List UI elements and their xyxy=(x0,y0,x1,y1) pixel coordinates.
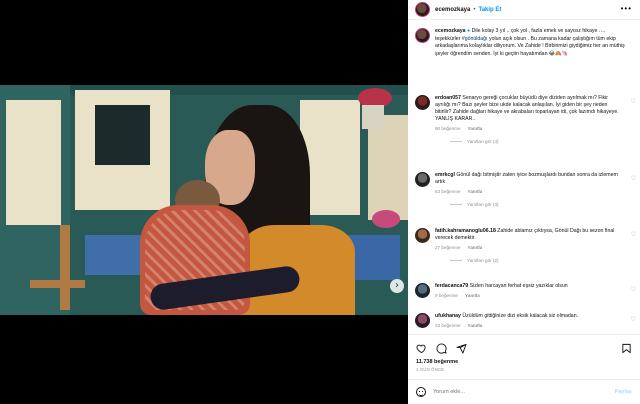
header-separator: • xyxy=(473,6,476,13)
comment-likes[interactable]: 90 beğenme xyxy=(435,126,461,131)
emoji-icon[interactable] xyxy=(416,387,426,397)
author-username[interactable]: ecemozkaya xyxy=(435,7,470,13)
author-avatar[interactable] xyxy=(415,2,430,17)
comment-item: emrkcgl Gönül dağı bitmiştir zaten iyice… xyxy=(415,172,637,207)
comment-like-heart-icon[interactable]: ♡ xyxy=(631,98,636,105)
post-actions xyxy=(408,334,640,356)
commenter-username[interactable]: erdoan057 xyxy=(435,95,461,101)
likes-count[interactable]: 11.738 beğenme xyxy=(416,359,458,365)
photo-flowers xyxy=(372,210,400,228)
carousel-next-button[interactable]: › xyxy=(390,279,404,293)
commenter-avatar[interactable] xyxy=(415,95,430,110)
comment-likes[interactable]: 27 beğenme xyxy=(435,245,461,250)
caption-hashtag[interactable]: #gönüldağı xyxy=(462,36,488,42)
post-comment-button[interactable]: Paylaş xyxy=(615,389,632,395)
view-replies-button[interactable]: Yanıtları gör (4) xyxy=(450,139,625,144)
share-icon[interactable] xyxy=(456,341,467,356)
comment-text: Üzüldüm gittiğinize dizi eksik kalacak s… xyxy=(462,313,579,319)
photo-wall-panel xyxy=(6,100,61,225)
follow-button[interactable]: Takip Et xyxy=(478,7,501,13)
heart-icon[interactable] xyxy=(416,341,427,356)
reply-button[interactable]: Yanıtla xyxy=(468,126,483,131)
post-header: ecemozkaya • Takip Et ••• xyxy=(408,0,640,20)
reply-button[interactable]: Yanıtla xyxy=(468,189,483,194)
reply-button[interactable]: Yanıtla xyxy=(465,293,480,298)
comment-like-heart-icon[interactable]: ♡ xyxy=(631,316,636,323)
comment-likes[interactable]: 63 beğenme xyxy=(435,189,461,194)
commenter-username[interactable]: fatih.kahramanoglu06.18 xyxy=(435,228,496,234)
photo-chair xyxy=(30,280,85,288)
comment-item: ufukhanay Üzüldüm gittiğinize dizi eksik… xyxy=(415,313,637,328)
post-caption: ecemozkaya ● Dile kolay 3 yıl .. çok yol… xyxy=(415,28,635,58)
commenter-username[interactable]: ufukhanay xyxy=(435,313,461,319)
more-horizontal-icon[interactable]: ••• xyxy=(621,4,632,13)
caption-text: ecemozkaya ● Dile kolay 3 yıl .. çok yol… xyxy=(435,28,631,58)
commenter-username[interactable]: emrkcgl xyxy=(435,172,455,178)
add-comment-bar: Paylaş xyxy=(408,379,640,404)
comment-text: Senaryo gereği çocuklar büyüdü diye dizi… xyxy=(435,95,619,122)
post-date: 1 GÜN ÖNCE xyxy=(416,367,445,372)
comment-item: erdoan057 Senaryo gereği çocuklar büyüdü… xyxy=(415,95,637,144)
photo-flower-pot xyxy=(362,105,384,129)
verified-icon: ● xyxy=(467,28,471,34)
comment-text: Sizlen harcayan ferhat eşsiz yazıklar ol… xyxy=(469,283,568,289)
comment-like-heart-icon[interactable]: ♡ xyxy=(631,231,636,238)
commenter-username[interactable]: ferdacanca79 xyxy=(435,283,468,289)
reply-button[interactable]: Yanıtla xyxy=(468,245,483,250)
comment-item: ferdacanca79 Sizlen harcayan ferhat eşsi… xyxy=(415,283,637,298)
post-media[interactable]: › xyxy=(0,85,408,315)
comment-input[interactable] xyxy=(433,389,603,395)
view-replies-button[interactable]: Yanıtları gör (3) xyxy=(450,202,625,207)
commenter-avatar[interactable] xyxy=(415,172,430,187)
caption-username[interactable]: ecemozkaya xyxy=(435,28,466,34)
commenter-avatar[interactable] xyxy=(415,283,430,298)
comment-like-heart-icon[interactable]: ♡ xyxy=(631,175,636,182)
photo-wall-panel xyxy=(368,115,408,220)
comment-likes[interactable]: 23 beğenme xyxy=(435,323,461,328)
commenter-avatar[interactable] xyxy=(415,313,430,328)
bookmark-icon[interactable] xyxy=(621,341,632,356)
photo-window xyxy=(95,105,150,165)
comment-icon[interactable] xyxy=(436,341,447,356)
comment-likes[interactable]: 9 beğenme xyxy=(435,293,458,298)
comment-item: fatih.kahramanoglu06.18 Zahide ablamız ç… xyxy=(415,228,637,263)
caption-author-avatar[interactable] xyxy=(415,28,430,43)
commenter-avatar[interactable] xyxy=(415,228,430,243)
view-replies-button[interactable]: Yanıtları gör (2) xyxy=(450,258,625,263)
comment-text: Gönül dağı bitmiştir zaten iyice bozmuşl… xyxy=(435,172,618,185)
reply-button[interactable]: Yanıtla xyxy=(468,323,483,328)
comment-like-heart-icon[interactable]: ♡ xyxy=(631,286,636,293)
photo-chair xyxy=(60,225,70,310)
post-side-panel: ecemozkaya • Takip Et ••• ecemozkaya ● D… xyxy=(408,0,640,404)
